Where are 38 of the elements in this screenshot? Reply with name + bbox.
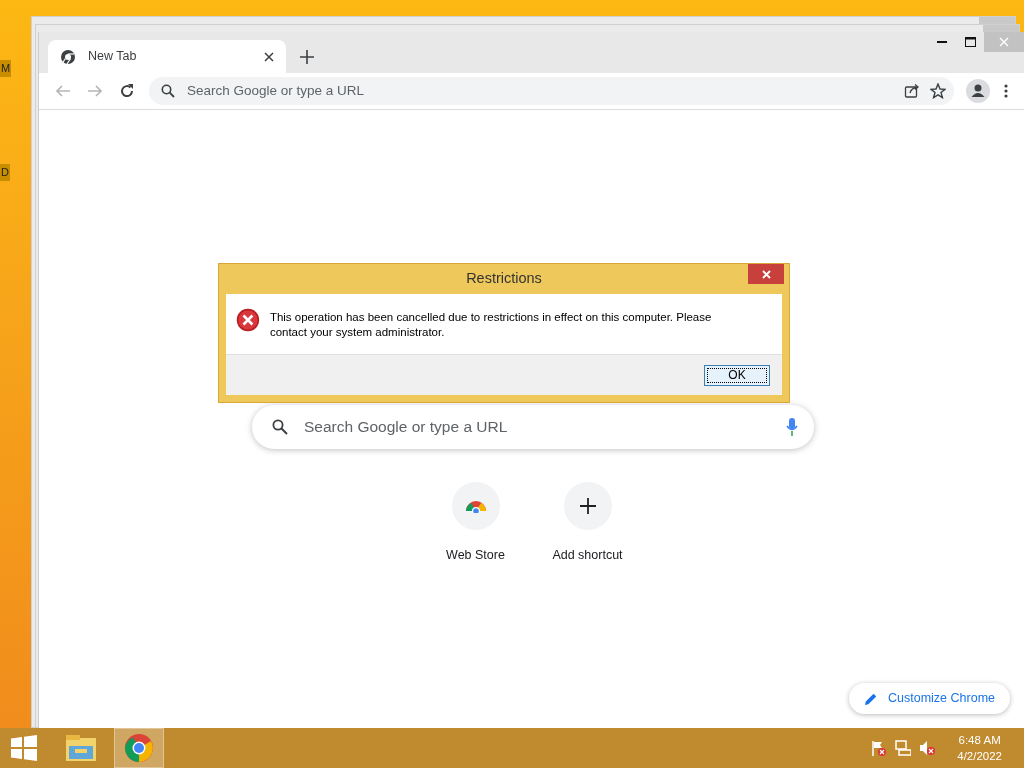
customize-button[interactable]: Customize Chrome [849,683,1010,714]
shortcut-tile[interactable]: Web Store [426,482,525,565]
back-icon [55,83,71,99]
menu-icon[interactable] [1004,84,1008,98]
desktop-icon-label: D [0,164,10,181]
dialog-title: Restrictions [466,269,542,289]
ok-button[interactable]: OK [704,364,770,386]
browser-logo-icon [124,733,154,763]
search-icon [161,84,175,98]
pencil-icon [864,691,878,706]
desktop-icon-label: M [0,60,12,77]
web-store-icon [464,499,487,513]
close-icon[interactable] [264,51,274,62]
search-icon [272,419,288,435]
share-icon[interactable] [904,83,920,99]
address-bar[interactable]: Search Google or type a URL [149,77,954,105]
address-field[interactable]: Search Google or type a URL [185,79,894,103]
maximize-icon[interactable] [964,37,976,47]
close-button[interactable] [748,264,784,284]
plus-icon [579,498,596,514]
new-tab-icon[interactable] [300,49,314,64]
star-icon[interactable] [930,83,946,99]
search-box[interactable]: Search Google or type a URL [252,405,814,449]
browser-logo-icon [60,48,76,65]
taskbar-app-button[interactable] [114,728,164,768]
folder-icon [65,734,97,762]
close-icon [761,269,771,279]
forward-icon [87,83,103,99]
shortcut-tile[interactable]: Add shortcut [538,482,637,565]
microphone-icon[interactable] [786,418,798,436]
error-message: This operation has been cancelled due to restrictions in effect on this computer. Please contact your system administrator. [269,310,713,340]
action-center-flag-icon[interactable] [871,740,888,756]
speaker-muted-icon[interactable] [919,740,936,756]
start-windows-icon[interactable] [11,735,37,761]
network-icon[interactable] [895,740,912,756]
browser-tab[interactable]: New Tab [48,40,286,73]
profile-avatar-icon[interactable] [966,79,990,104]
reload-icon [119,83,135,99]
